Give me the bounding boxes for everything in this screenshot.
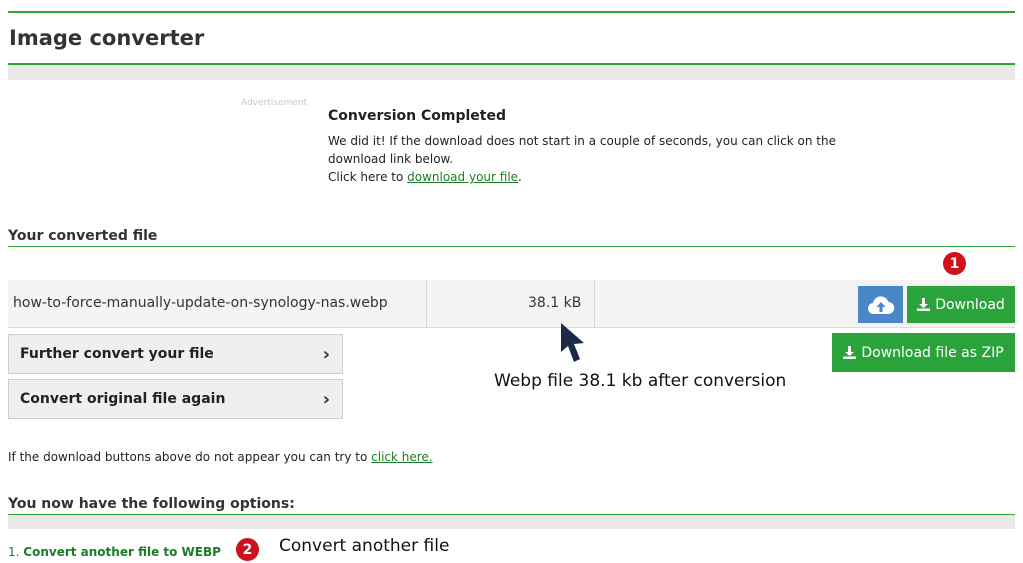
- option-number: 1.: [8, 545, 20, 559]
- download-hint-text: If the download buttons above do not app…: [8, 450, 372, 464]
- download-zip-button[interactable]: Download file as ZIP: [832, 333, 1015, 372]
- annotation-badge-2: 2: [236, 538, 259, 561]
- download-zip-label: Download file as ZIP: [861, 344, 1004, 361]
- download-icon: [917, 298, 931, 311]
- download-button[interactable]: Download: [907, 286, 1015, 323]
- conversion-message: We did it! If the download does not star…: [328, 132, 868, 186]
- chevron-right-icon: ›: [322, 343, 330, 365]
- cloud-upload-button[interactable]: [858, 286, 903, 323]
- conversion-line-3-prefix: Click here to: [328, 170, 408, 184]
- cloud-upload-icon: [867, 295, 894, 314]
- file-name: how-to-force-manually-update-on-synology…: [13, 295, 388, 311]
- chevron-right-icon: ›: [322, 388, 330, 410]
- column-separator: [594, 280, 595, 328]
- click-here-link[interactable]: click here.: [371, 450, 432, 464]
- further-convert-label: Further convert your file: [20, 346, 214, 362]
- gray-band: [8, 65, 1015, 80]
- convert-again-button[interactable]: Convert original file again ›: [8, 379, 343, 419]
- file-size: 38.1 kB: [528, 295, 582, 311]
- further-convert-button[interactable]: Further convert your file ›: [8, 334, 343, 374]
- conversion-line-1: We did it! If the download does not star…: [328, 134, 836, 148]
- column-separator: [426, 280, 427, 328]
- cursor-arrow-icon: [561, 323, 584, 362]
- advertisement-label: Advertisement: [241, 98, 308, 108]
- conversion-line-2: download link below.: [328, 152, 454, 166]
- options-heading: You now have the following options:: [8, 496, 295, 512]
- conversion-line-3: Click here to download your file.: [328, 168, 868, 186]
- converted-file-rule: [8, 246, 1015, 247]
- converted-file-heading: Your converted file: [8, 228, 158, 244]
- annotation-badge-1: 1: [943, 252, 966, 275]
- gray-band: [8, 515, 1015, 529]
- convert-again-label: Convert original file again: [20, 391, 226, 407]
- convert-annotation-text: Convert another file: [279, 536, 450, 556]
- top-rule: [8, 11, 1015, 13]
- arrow-annotation-text: Webp file 38.1 kb after conversion: [494, 371, 787, 391]
- convert-another-file-link[interactable]: Convert another file to WEBP: [23, 545, 221, 559]
- page-title: Image converter: [9, 26, 205, 50]
- download-your-file-link[interactable]: download your file: [407, 170, 518, 184]
- download-icon: [843, 346, 857, 359]
- download-hint: If the download buttons above do not app…: [8, 450, 433, 464]
- conversion-line-3-suffix: .: [518, 170, 522, 184]
- download-button-label: Download: [935, 296, 1005, 313]
- conversion-title: Conversion Completed: [328, 108, 506, 124]
- option-item[interactable]: 1. Convert another file to WEBP: [8, 545, 221, 559]
